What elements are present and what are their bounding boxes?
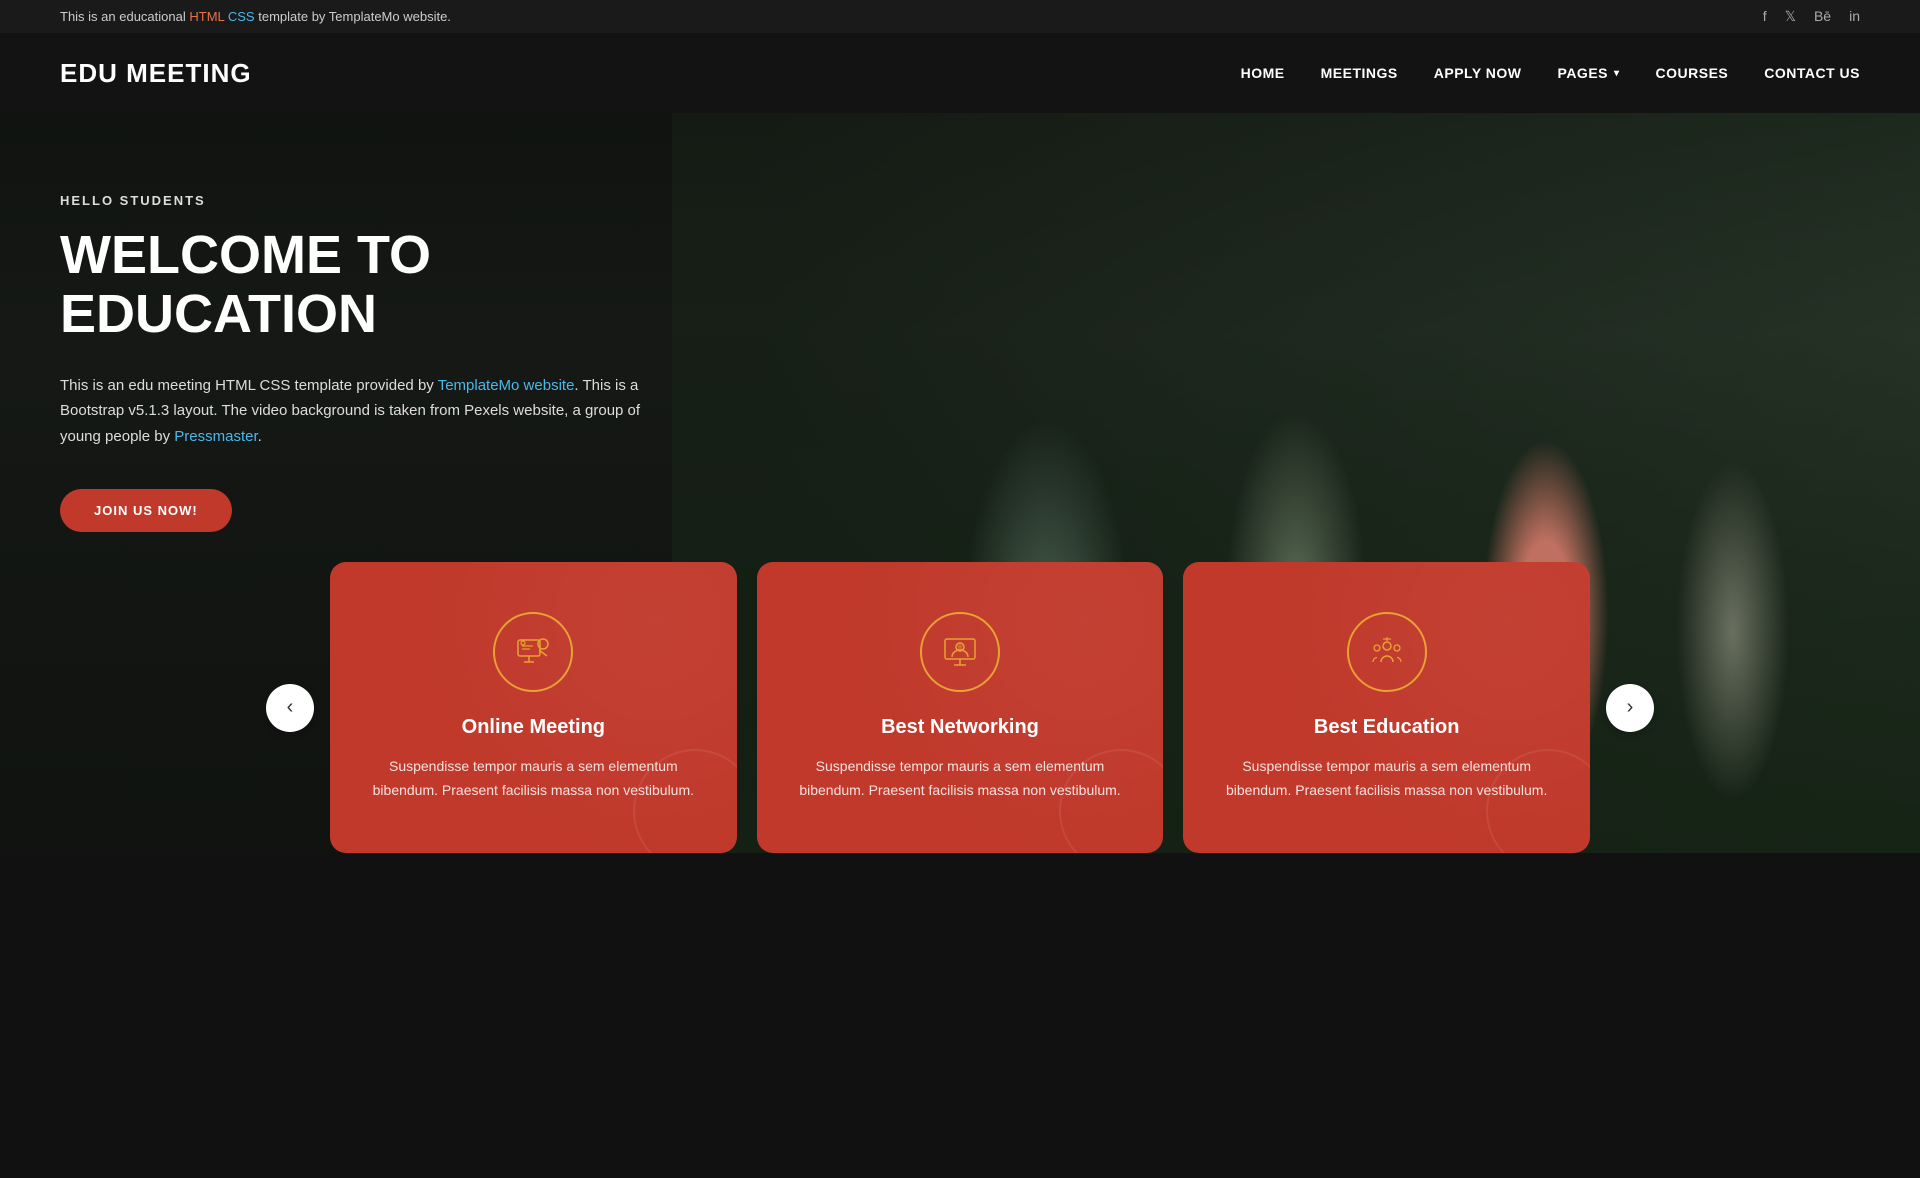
pressmaster-link[interactable]: Pressmaster xyxy=(174,428,257,445)
card-online-meeting-desc: Suspendisse tempor mauris a sem elementu… xyxy=(360,755,707,803)
cards-wrapper: Online Meeting Suspendisse tempor mauris… xyxy=(330,562,1590,853)
twitter-icon[interactable]: 𝕏 xyxy=(1785,8,1796,25)
card-best-networking-title: Best Networking xyxy=(787,716,1134,739)
message-prefix: This is an educational xyxy=(60,9,189,24)
nav-link-contact[interactable]: CONTACT US xyxy=(1764,57,1860,89)
online-meeting-icon xyxy=(493,612,573,692)
chevron-left-icon: ‹ xyxy=(287,696,294,719)
social-icons: f 𝕏 Bē in xyxy=(1763,8,1860,25)
nav-link-courses[interactable]: COURSES xyxy=(1656,57,1729,89)
card-best-education: Best Education Suspendisse tempor mauris… xyxy=(1183,562,1590,853)
nav-link-home[interactable]: HOME xyxy=(1241,57,1285,89)
desc-part1: This is an edu meeting HTML CSS template… xyxy=(60,377,438,394)
hero-section: HELLO STUDENTS WELCOME TO EDUCATION This… xyxy=(0,113,1920,853)
nav-item-meetings[interactable]: MEETINGS xyxy=(1321,57,1398,89)
message-suffix: template by TemplateMo website. xyxy=(255,9,451,24)
top-bar: This is an educational HTML CSS template… xyxy=(0,0,1920,33)
carousel-prev-button[interactable]: ‹ xyxy=(266,684,314,732)
highlight-html: HTML xyxy=(189,9,224,24)
facebook-icon[interactable]: f xyxy=(1763,8,1767,25)
chevron-right-icon: › xyxy=(1627,696,1634,719)
brand-logo[interactable]: EDU MEETING xyxy=(60,58,252,89)
nav-item-home[interactable]: HOME xyxy=(1241,57,1285,89)
navbar: EDU MEETING HOME MEETINGS APPLY NOW PAGE… xyxy=(0,33,1920,113)
hero-content: HELLO STUDENTS WELCOME TO EDUCATION This… xyxy=(0,113,720,572)
linkedin-icon[interactable]: in xyxy=(1849,8,1860,25)
top-bar-message: This is an educational HTML CSS template… xyxy=(60,9,451,24)
nav-item-contact[interactable]: CONTACT US xyxy=(1764,57,1860,89)
templatemo-link[interactable]: TemplateMo website xyxy=(438,377,575,394)
nav-item-apply[interactable]: APPLY NOW xyxy=(1434,57,1522,89)
pages-dropdown-arrow: ▾ xyxy=(1614,68,1620,79)
behance-icon[interactable]: Bē xyxy=(1814,8,1831,25)
nav-links: HOME MEETINGS APPLY NOW PAGES ▾ COURSES … xyxy=(1241,57,1860,89)
hero-description: This is an edu meeting HTML CSS template… xyxy=(60,373,650,450)
hero-subtitle: HELLO STUDENTS xyxy=(60,193,660,208)
nav-link-pages[interactable]: PAGES ▾ xyxy=(1558,57,1620,89)
card-best-education-desc: Suspendisse tempor mauris a sem elementu… xyxy=(1213,755,1560,803)
best-networking-icon xyxy=(920,612,1000,692)
join-now-button[interactable]: JOIN US NOW! xyxy=(60,489,232,532)
best-education-icon xyxy=(1347,612,1427,692)
card-online-meeting: Online Meeting Suspendisse tempor mauris… xyxy=(330,562,737,853)
desc-part3: . xyxy=(258,428,262,445)
card-best-networking-desc: Suspendisse tempor mauris a sem elementu… xyxy=(787,755,1134,803)
nav-link-apply[interactable]: APPLY NOW xyxy=(1434,57,1522,89)
hero-title: WELCOME TO EDUCATION xyxy=(60,226,660,345)
nav-item-courses[interactable]: COURSES xyxy=(1656,57,1729,89)
highlight-css: CSS xyxy=(224,9,254,24)
card-online-meeting-title: Online Meeting xyxy=(360,716,707,739)
carousel-next-button[interactable]: › xyxy=(1606,684,1654,732)
card-best-education-title: Best Education xyxy=(1213,716,1560,739)
nav-item-pages[interactable]: PAGES ▾ xyxy=(1558,57,1620,89)
nav-link-meetings[interactable]: MEETINGS xyxy=(1321,57,1398,89)
cards-section: ‹ Online Meeting xyxy=(0,562,1920,853)
card-best-networking: Best Networking Suspendisse tempor mauri… xyxy=(757,562,1164,853)
